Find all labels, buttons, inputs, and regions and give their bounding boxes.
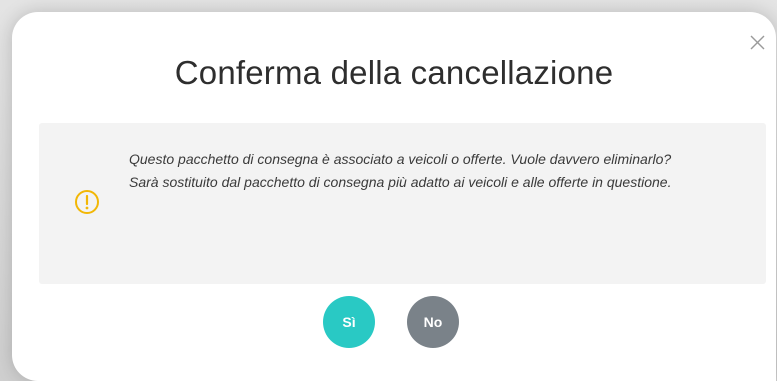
- dialog-title: Conferma della cancellazione: [174, 54, 614, 91]
- no-button[interactable]: No: [407, 296, 459, 348]
- yes-button[interactable]: Sì: [323, 296, 375, 348]
- message-detail: Sarà sostituito dal pacchetto di consegn…: [129, 174, 672, 190]
- confirm-delete-dialog: Conferma della cancellazione Questo pacc…: [12, 12, 776, 381]
- dialog-message: Questo pacchetto di consegna è associato…: [129, 148, 729, 194]
- message-question: Questo pacchetto di consegna è associato…: [129, 151, 672, 167]
- message-box: Questo pacchetto di consegna è associato…: [39, 123, 766, 284]
- close-icon[interactable]: [746, 32, 768, 54]
- warning-circle-icon: [74, 189, 100, 215]
